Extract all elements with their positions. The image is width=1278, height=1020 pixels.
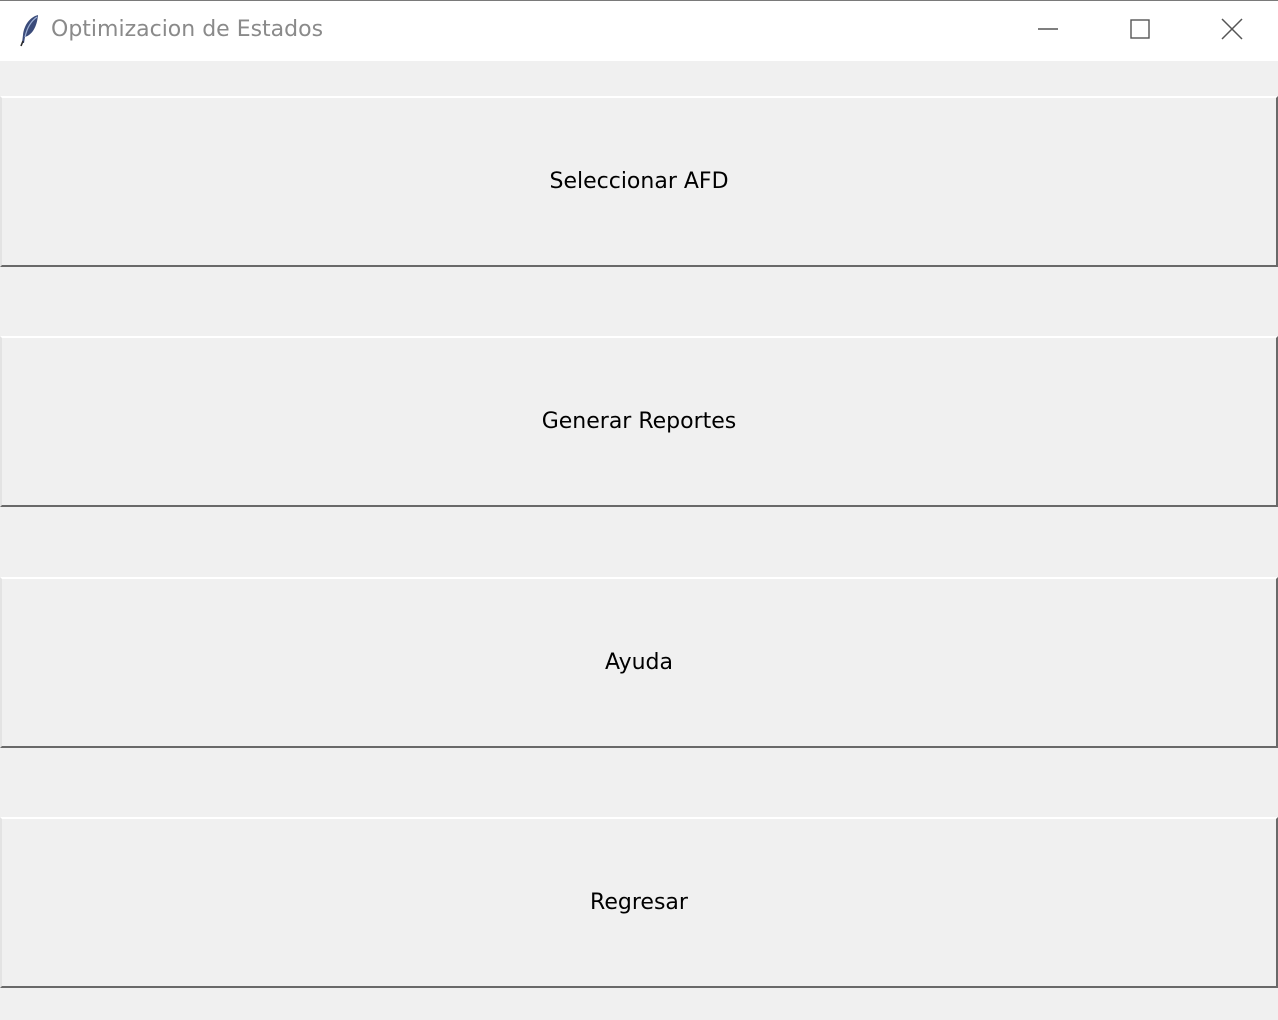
close-icon <box>1220 17 1244 45</box>
select-afd-label: Seleccionar AFD <box>549 169 729 194</box>
back-button[interactable]: Regresar <box>0 817 1278 988</box>
help-button[interactable]: Ayuda <box>0 577 1278 748</box>
title-bar[interactable]: Optimizacion de Estados <box>0 1 1278 61</box>
maximize-icon <box>1129 18 1151 44</box>
generate-reports-button[interactable]: Generar Reportes <box>0 336 1278 507</box>
feather-icon <box>16 13 42 47</box>
select-afd-button[interactable]: Seleccionar AFD <box>0 96 1278 267</box>
app-window: Optimizacion de Estados Seleccionar AFD … <box>0 0 1278 1020</box>
minimize-button[interactable] <box>1002 1 1094 61</box>
help-label: Ayuda <box>605 650 673 675</box>
window-title: Optimizacion de Estados <box>51 17 324 42</box>
generate-reports-label: Generar Reportes <box>541 409 737 434</box>
minimize-icon <box>1037 18 1059 44</box>
back-label: Regresar <box>590 890 688 915</box>
maximize-button[interactable] <box>1094 1 1186 61</box>
close-button[interactable] <box>1186 1 1278 61</box>
